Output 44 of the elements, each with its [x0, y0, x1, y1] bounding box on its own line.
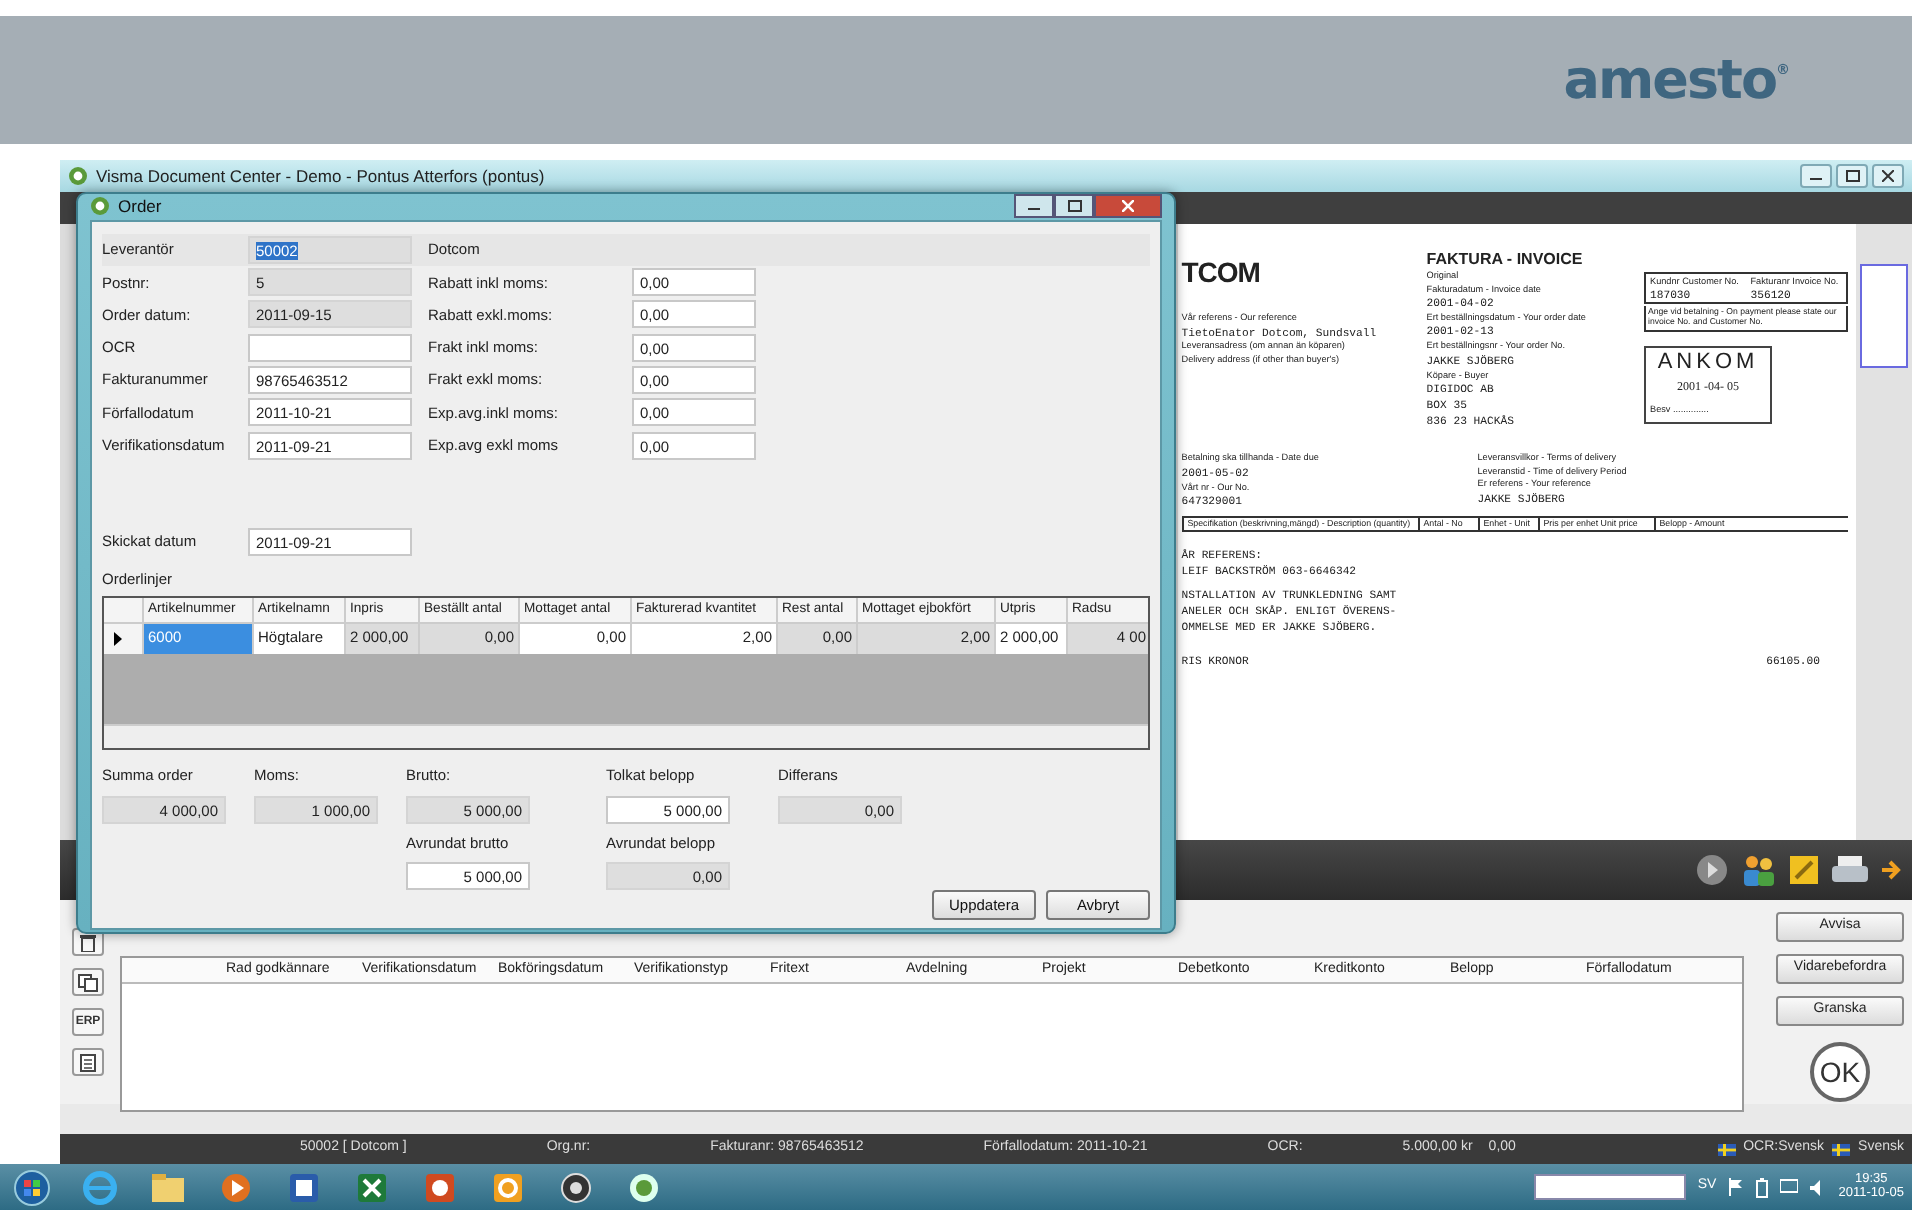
- app-logo-icon: [90, 196, 110, 217]
- corner-cell: [104, 598, 144, 625]
- ok-button[interactable]: OK: [1810, 1042, 1870, 1102]
- close-button[interactable]: [1094, 194, 1162, 219]
- maximize-button[interactable]: [1836, 164, 1868, 188]
- dialog-title: Order: [118, 194, 162, 220]
- stamp-text: ANKOM: [1657, 351, 1759, 374]
- minimize-button[interactable]: [1800, 164, 1832, 188]
- minimize-icon: [1028, 202, 1040, 211]
- close-button[interactable]: [1872, 164, 1904, 188]
- row-header[interactable]: [104, 624, 144, 655]
- flag-icon[interactable]: [1728, 1178, 1745, 1196]
- app-logo-icon: [68, 166, 88, 186]
- window-title: Visma Document Center - Demo - Pontus Atterfors (pontus): [96, 163, 545, 189]
- input-field[interactable]: [248, 333, 412, 362]
- start-icon[interactable]: [12, 1169, 52, 1205]
- flag-icon: [1832, 1143, 1851, 1155]
- address-field[interactable]: [1533, 1174, 1686, 1200]
- trash-icon: [80, 933, 96, 951]
- printer-icon[interactable]: [1832, 854, 1868, 886]
- flag-icon: [1717, 1143, 1736, 1155]
- page-thumbnail[interactable]: [1860, 264, 1908, 368]
- play-icon[interactable]: [1696, 854, 1728, 886]
- media-player-icon[interactable]: [216, 1169, 256, 1205]
- horizontal-scrollbar[interactable]: [104, 724, 1148, 749]
- document-icon: [80, 1053, 96, 1071]
- copy-button[interactable]: [72, 968, 104, 996]
- document-title: FAKTURA - INVOICE: [1426, 252, 1585, 268]
- copy-icon: [78, 973, 98, 991]
- close-icon: [1882, 170, 1894, 182]
- maximize-icon: [1067, 200, 1081, 213]
- app-icon[interactable]: [624, 1169, 664, 1205]
- battery-icon[interactable]: [1756, 1177, 1769, 1197]
- company-logo: amesto$^{®}$: [1563, 53, 1788, 107]
- minimize-icon: [1810, 172, 1822, 180]
- document-logo: TCOM: [1181, 254, 1262, 292]
- people-icon[interactable]: [1740, 854, 1776, 886]
- close-icon: [1122, 200, 1134, 213]
- note-icon[interactable]: [1788, 854, 1820, 886]
- maximize-icon: [1845, 170, 1859, 182]
- minimize-button[interactable]: [1014, 194, 1054, 219]
- folder-icon[interactable]: [148, 1169, 188, 1205]
- document-button[interactable]: [72, 1048, 104, 1076]
- maximize-button[interactable]: [1054, 194, 1094, 219]
